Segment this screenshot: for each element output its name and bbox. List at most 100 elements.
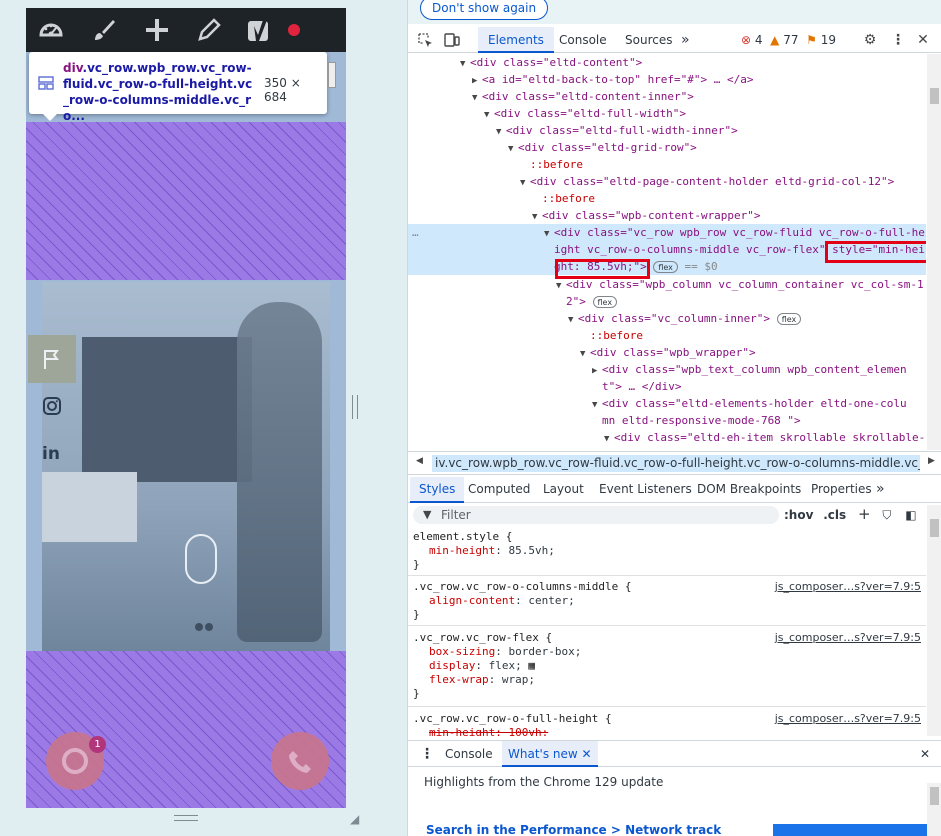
new-rule-plus-icon[interactable]: + (858, 505, 871, 523)
more-style-tabs-chevron-icon[interactable]: » (876, 477, 885, 503)
dom-node[interactable]: ▼ <div class="vc_column-inner"> flex (408, 310, 926, 327)
kebab-menu-icon[interactable]: ⋮ (888, 30, 908, 50)
device-resize-handle-right[interactable] (352, 395, 358, 419)
tab-computed[interactable]: Computed (468, 477, 530, 503)
devtools-panel: Don't show again Elements Console Source… (407, 0, 941, 836)
dom-node[interactable]: ▼ <div class="eltd-eh-item skrollable skr… (408, 429, 926, 446)
issues-counter[interactable]: ⊗ 4 ▲ 77 ⚑ 19 (741, 33, 836, 47)
whats-new-link[interactable]: Search in the Performance > Network trac… (426, 823, 721, 836)
close-drawer-icon[interactable]: ✕ (920, 741, 930, 767)
drawer-scrollbar[interactable] (927, 783, 941, 836)
tab-sources[interactable]: Sources (625, 27, 672, 53)
edit-pencil-icon[interactable] (196, 17, 222, 43)
dom-node[interactable]: ▼ <div class="wpb-content-wrapper"> (408, 207, 926, 224)
tab-event-listeners[interactable]: Event Listeners (599, 477, 692, 503)
dom-node[interactable]: ▼ <div class="eltd-elements-holder eltd-o… (408, 395, 926, 412)
flex-badge[interactable]: flex (776, 313, 802, 325)
stylesheet-source-link[interactable]: js_composer…s?ver=7.9:5 (775, 631, 921, 644)
style-rule[interactable]: .vc_row.vc_row-o-full-height { js_compos… (408, 712, 926, 736)
dom-node[interactable]: ▼ <div class="eltd-full-width"> (408, 105, 926, 122)
dom-node[interactable]: ▼ <div class="eltd-page-content-holder el… (408, 173, 926, 190)
dom-node-line: t"> … </div> (602, 380, 682, 393)
tab-properties[interactable]: Properties (811, 477, 872, 503)
sidebar-toggle-icon[interactable]: ◧ (905, 508, 916, 522)
class-toggle[interactable]: .cls (823, 508, 846, 522)
pseudo-element[interactable]: ::before (408, 327, 926, 344)
dom-node[interactable]: ▶ <a id="eltd-back-to-top" href="#"> … </… (408, 71, 926, 88)
breadcrumb-right-arrow-icon[interactable]: ▶ (928, 456, 935, 466)
tab-console[interactable]: Console (559, 27, 607, 53)
dom-node[interactable]: ▼ <div class="eltd-full-width-inner"> (408, 122, 926, 139)
pseudo-element[interactable]: ::before (408, 156, 926, 173)
yoast-seo-icon[interactable] (246, 17, 272, 43)
new-content-plus-icon[interactable] (144, 17, 170, 43)
close-tab-icon[interactable]: ✕ (582, 747, 592, 761)
dashboard-icon[interactable] (38, 17, 64, 43)
customize-brush-icon[interactable] (91, 17, 117, 43)
dom-node[interactable]: ▼ <div class="eltd-content"> (408, 54, 926, 71)
wp-admin-bar (26, 8, 346, 52)
drawer-menu-kebab-icon[interactable]: ⋮ (420, 741, 434, 767)
tooltip-selector: div.vc_row.wpb_row.vc_row-fluid.vc_row-o… (63, 61, 253, 123)
collapse-triangle-icon: ▼ (604, 434, 610, 444)
dom-node-line: ▼ <div class="vc_row wpb_row vc_row-fluid… (408, 224, 926, 241)
hover-state-toggle[interactable]: :hov (784, 508, 813, 522)
settings-gear-icon[interactable]: ⚙ (860, 30, 880, 50)
tab-layout[interactable]: Layout (543, 477, 584, 503)
elements-dom-tree[interactable]: ▼ <div class="eltd-content"> ▶ <a id="eltd… (408, 54, 926, 450)
device-resize-corner-icon[interactable]: ◢ (350, 812, 362, 826)
tab-elements[interactable]: Elements (478, 27, 554, 53)
pseudo-element[interactable]: ::before (408, 190, 926, 207)
device-resize-handle-bottom[interactable] (174, 815, 198, 821)
walking-person-image (237, 302, 322, 642)
dont-show-again-button[interactable]: Don't show again (420, 0, 549, 20)
chat-bubble-icon (62, 748, 88, 774)
dom-node[interactable]: ▼ <div class="eltd-grid-row"> (408, 139, 926, 156)
drawer-tab-whats-new[interactable]: What's new ✕ (502, 741, 598, 767)
tab-dom-breakpoints[interactable]: DOM Breakpoints (697, 477, 801, 503)
flex-badge[interactable]: flex (653, 261, 678, 273)
tab-styles[interactable]: Styles (410, 477, 465, 503)
inspect-element-icon[interactable] (417, 32, 433, 48)
flexbox-editor-icon[interactable]: ▦ (528, 659, 535, 672)
page-scrollbar-thumb[interactable] (328, 62, 336, 88)
dom-node[interactable]: ▶ <div class="wpb_text_column wpb_content… (408, 361, 926, 378)
stylesheet-source-link[interactable]: js_composer…s?ver=7.9:5 (775, 580, 921, 593)
breadcrumb-item[interactable]: iv.vc_row.wpb_row.vc_row-fluid.vc_row-o-… (432, 455, 920, 472)
dom-node[interactable]: ▼ <div class="wpb_wrapper"> (408, 344, 926, 361)
scroll-mouse-icon[interactable] (185, 534, 217, 584)
more-tabs-chevron-icon[interactable]: » (681, 27, 690, 53)
devtools-infobar: Don't show again (408, 0, 941, 24)
device-resize-bar (26, 808, 346, 828)
style-rule[interactable]: element.style { min-height: 85.5vh; } (408, 530, 926, 576)
call-button[interactable] (271, 732, 329, 790)
paint-roller-icon[interactable]: ⛉ (882, 508, 891, 522)
dom-tree-scrollbar[interactable] (927, 54, 941, 450)
close-devtools-icon[interactable]: ✕ (913, 30, 933, 50)
dom-node-line: 2"> flex (408, 293, 926, 310)
style-rule[interactable]: .vc_row.vc_row-o-columns-middle { js_com… (408, 580, 926, 626)
dom-node[interactable]: ▼ <div class="eltd-content-inner"> (408, 88, 926, 105)
dom-node[interactable]: ▼ <div class="wpb_column vc_column_contai… (408, 276, 926, 293)
device-toolbar-icon[interactable] (444, 32, 460, 48)
style-rule[interactable]: .vc_row.vc_row-flex { js_composer…s?ver=… (408, 631, 926, 707)
slider-dots[interactable] (195, 620, 219, 631)
linkedin-icon[interactable]: in (42, 444, 60, 464)
element-inspect-tooltip: div.vc_row.wpb_row.vc_row-fluid.vc_row-o… (29, 52, 327, 123)
instagram-icon[interactable] (42, 396, 62, 416)
blackboard-image (82, 337, 252, 482)
breadcrumb-left-arrow-icon[interactable]: ◀ (416, 456, 423, 466)
styles-tabbar: Styles Computed Layout Event Listeners D… (408, 477, 941, 503)
warning-icon: ▲ (770, 33, 780, 47)
flag-icon[interactable] (28, 335, 76, 383)
stylesheet-source-link[interactable]: js_composer…s?ver=7.9:5 (775, 712, 921, 725)
flex-badge[interactable]: flex (592, 296, 618, 308)
styles-filter-input[interactable]: ▼ Filter (413, 506, 779, 524)
dom-node-line: mn eltd-responsive-mode-768 "> (602, 414, 801, 427)
filter-funnel-icon: ▼ (423, 508, 432, 521)
desk-image (42, 472, 137, 542)
styles-scrollbar[interactable] (927, 505, 941, 736)
drawer-tab-console[interactable]: Console (445, 741, 493, 767)
highlight-box-style-attr (825, 241, 926, 263)
devtools-drawer: ⋮ Console What's new ✕ ✕ Highlights from… (408, 740, 941, 836)
